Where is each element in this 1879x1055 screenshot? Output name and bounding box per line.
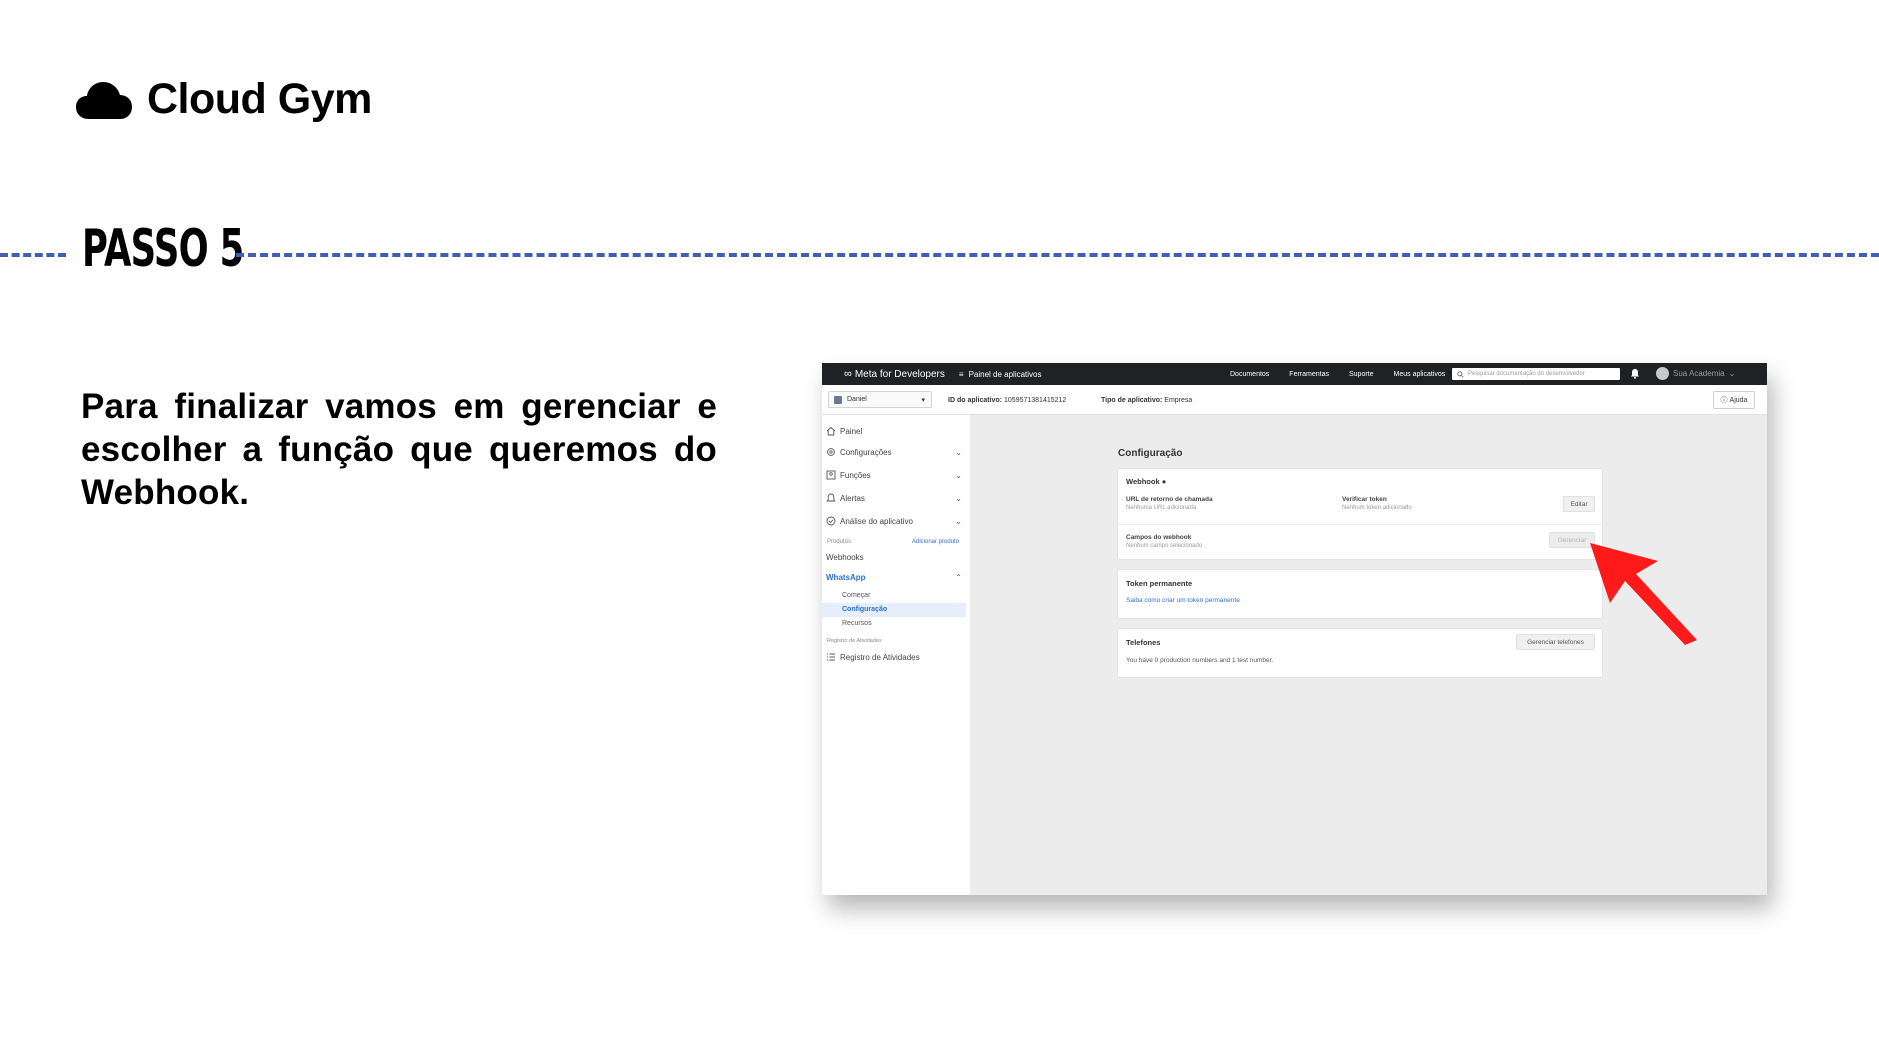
chevron-down-icon: ⌄ (955, 447, 962, 457)
sidebar-item-whatsapp[interactable]: WhatsApp ⌃ (826, 573, 962, 582)
divider (1118, 524, 1604, 525)
search-input[interactable]: Pesquisar documentação do desenvolvedor (1452, 368, 1620, 380)
permanent-token-card: Token permanente Saiba como criar um tok… (1117, 569, 1603, 619)
webhook-fields-value: Nenhum campo selecionado (1126, 543, 1203, 549)
sidebar: Painel Configurações ⌄ Funções ⌄ Alertas… (822, 415, 970, 895)
edit-button[interactable]: Editar (1563, 496, 1595, 512)
meta-logo[interactable]: ∞ Meta for Developers (844, 368, 945, 380)
sidebar-item-webhooks[interactable]: Webhooks (826, 553, 962, 562)
search-icon (1457, 370, 1464, 378)
search-placeholder: Pesquisar documentação do desenvolvedor (1468, 371, 1585, 377)
callback-url-label: URL de retorno de chamada (1126, 496, 1213, 503)
page-title: Configuração (1118, 448, 1183, 459)
manage-phones-button[interactable]: Gerenciar telefones (1516, 634, 1595, 650)
sidebar-item-label: Webhooks (826, 553, 864, 562)
panel-link[interactable]: ≡ Painel de aplicativos (959, 370, 1042, 379)
roles-icon (826, 470, 836, 480)
help-label: Ajuda (1729, 396, 1748, 404)
sidebar-item-label: Configurações (840, 447, 892, 457)
permanent-token-title: Token permanente (1126, 579, 1193, 588)
caret-down-icon: ▾ (921, 397, 925, 404)
panel-link-label: Painel de aplicativos (968, 369, 1042, 379)
app-id: ID do aplicativo: 1059571381415212 (948, 397, 1066, 404)
sidebar-item-alertas[interactable]: Alertas ⌄ (826, 493, 962, 503)
webhook-title-text: Webhook (1126, 477, 1160, 486)
nav-link-suporte[interactable]: Suporte (1349, 371, 1374, 378)
gear-icon (827, 448, 835, 456)
chevron-down-icon: ⌄ (955, 470, 962, 480)
app-name: Daniel (847, 396, 867, 403)
chevron-down-icon: ⌄ (955, 516, 962, 526)
sidebar-subitem-comecar[interactable]: Começar (842, 592, 870, 599)
webhook-card: Webhook ● URL de retorno de chamada Nenh… (1117, 468, 1604, 560)
sidebar-item-label: Análise do aplicativo (840, 516, 913, 526)
callback-url-value: Nenhuma URL adicionada (1126, 505, 1197, 511)
phones-title: Telefones (1126, 638, 1161, 647)
sidebar-item-configuracoes[interactable]: Configurações ⌄ (826, 447, 962, 457)
nav-links: Documentos Ferramentas Suporte Meus apli… (1230, 363, 1465, 385)
sidebar-item-registro[interactable]: Registro de Atividades (826, 652, 962, 662)
instructions-text: Para finalizar vamos em gerenciar e esco… (81, 387, 717, 512)
app-subbar: Daniel ▾ ID do aplicativo: 1059571381415… (822, 385, 1767, 415)
app-icon (834, 395, 842, 404)
sidebar-item-label: WhatsApp (826, 573, 866, 582)
verify-token-value: Nenhum token adicionado (1342, 505, 1412, 511)
sidebar-item-label: Registro de Atividades (840, 652, 920, 662)
slide: Cloud Gym PASSO 5 Para finalizar vamos e… (0, 0, 1879, 1055)
app-type: Tipo de aplicativo: Empresa (1101, 397, 1192, 404)
dashed-rule-left (0, 253, 66, 257)
avatar (1656, 367, 1669, 380)
sidebar-item-funcoes[interactable]: Funções ⌄ (826, 470, 962, 480)
add-product-link[interactable]: Adicionar produto (912, 539, 959, 545)
step-header: PASSO 5 (0, 222, 1879, 282)
top-navbar: ∞ Meta for Developers ≡ Painel de aplica… (822, 363, 1767, 385)
meta-infinity-icon: ∞ (844, 368, 852, 380)
chevron-down-icon: ⌄ (1728, 369, 1736, 378)
user-name: Sua Academia (1673, 369, 1725, 378)
home-icon (826, 426, 836, 436)
app-id-value: 1059571381415212 (1004, 397, 1067, 404)
phones-summary: You have 0 production numbers and 1 test… (1126, 657, 1274, 664)
nav-link-documentos[interactable]: Documentos (1230, 371, 1269, 378)
red-pointer-arrow (1590, 543, 1697, 645)
activity-caption: Registro de Atividades (827, 638, 882, 644)
app-id-label: ID do aplicativo: (948, 397, 1003, 404)
products-caption: Produtos (827, 539, 852, 545)
verify-token-label: Verificar token (1342, 496, 1387, 503)
phones-card: Telefones Gerenciar telefones You have 0… (1117, 628, 1603, 678)
brand: Cloud Gym (75, 78, 372, 121)
app-type-value: Empresa (1164, 397, 1193, 404)
sidebar-item-label: Funções (840, 470, 871, 480)
info-icon: ● (1161, 477, 1167, 486)
sidebar-item-label: Alertas (840, 493, 865, 503)
brand-name: Cloud Gym (147, 75, 372, 123)
chevron-down-icon: ⌄ (955, 493, 962, 503)
nav-link-ferramentas[interactable]: Ferramentas (1289, 371, 1329, 378)
shield-check-icon (826, 516, 836, 526)
chevron-up-icon: ⌃ (955, 573, 962, 582)
bell-icon[interactable] (1630, 368, 1640, 379)
sidebar-subitem-recursos[interactable]: Recursos (842, 620, 872, 627)
sidebar-item-label: Painel (840, 426, 863, 436)
app-selector[interactable]: Daniel ▾ (828, 391, 932, 408)
meta-logo-text: Meta for Developers (854, 368, 945, 380)
sidebar-item-painel[interactable]: Painel (826, 426, 962, 436)
bell-outline-icon (826, 493, 836, 502)
permanent-token-link[interactable]: Saiba como criar um token permanente (1126, 597, 1240, 604)
help-icon: ⓘ (1720, 397, 1728, 404)
help-button[interactable]: ⓘ Ajuda (1713, 391, 1755, 409)
user-menu[interactable]: Sua Academia ⌄ (1656, 367, 1735, 380)
webhook-fields-label: Campos do webhook (1126, 534, 1192, 541)
dashed-rule-right (236, 253, 1879, 257)
step-title: PASSO 5 (82, 219, 244, 279)
sidebar-subitem-configuracao[interactable]: Configuração (822, 603, 966, 617)
app-type-label: Tipo de aplicativo: (1101, 397, 1163, 404)
sidebar-item-analise[interactable]: Análise do aplicativo ⌄ (826, 516, 962, 526)
nav-link-meus-aplicativos[interactable]: Meus aplicativos (1394, 371, 1446, 378)
webhook-title: Webhook ● (1126, 477, 1166, 486)
list-icon (827, 653, 835, 661)
menu-icon: ≡ (958, 369, 964, 379)
cloud-icon (76, 81, 132, 119)
